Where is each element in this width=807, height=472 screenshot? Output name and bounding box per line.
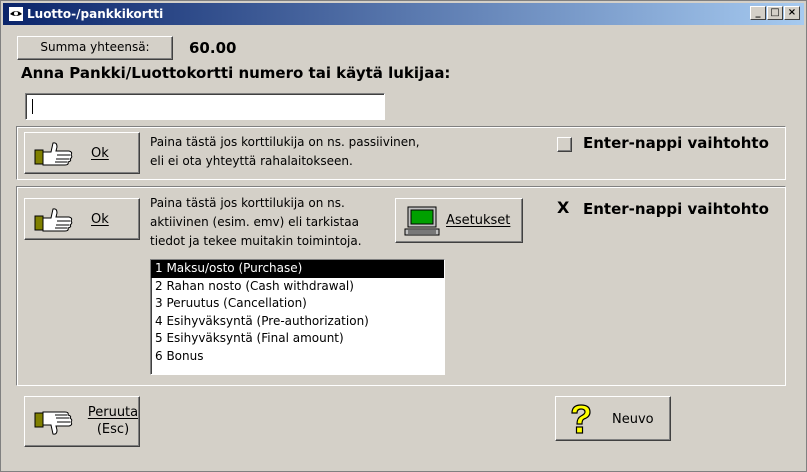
question-mark-icon xyxy=(571,404,591,434)
card-number-input[interactable] xyxy=(25,93,385,120)
card-number-prompt: Anna Pankki/Luottokortti numero tai käyt… xyxy=(21,64,451,82)
maximize-button[interactable]: □ xyxy=(767,6,783,20)
cancel-button[interactable]: Peruuta (Esc) xyxy=(24,396,140,447)
active-description: Paina tästä jos korttilukija on ns. akti… xyxy=(150,194,362,251)
passive-ok-label: Ok xyxy=(91,146,109,161)
active-ok-label: Ok xyxy=(91,212,109,227)
checkmark-x-icon: X xyxy=(557,198,570,217)
eye-icon xyxy=(9,7,23,21)
list-item[interactable]: 5 Esihyväksyntä (Final amount) xyxy=(151,330,444,348)
active-enter-label: Enter-nappi vaihtohto xyxy=(583,200,769,218)
help-button[interactable]: Neuvo xyxy=(555,396,671,441)
cancel-label: Peruuta xyxy=(87,405,139,420)
thumbs-up-hand-icon xyxy=(34,208,73,232)
cancel-shortcut: (Esc) xyxy=(96,422,130,437)
passive-enter-label: Enter-nappi vaihtohto xyxy=(583,134,769,152)
active-ok-button[interactable]: Ok xyxy=(24,198,140,240)
total-amount: 60.00 xyxy=(189,39,237,57)
active-desc-line2: aktiivinen (esim. emv) eli tarkistaa xyxy=(150,215,359,229)
list-item[interactable]: 1 Maksu/osto (Purchase) xyxy=(151,260,444,278)
list-item[interactable]: 2 Rahan nosto (Cash withdrawal) xyxy=(151,278,444,296)
help-label: Neuvo xyxy=(612,412,654,427)
thumbs-down-hand-icon xyxy=(34,411,73,435)
card-payment-window: Luotto-/pankkikortti _ □ × Summa yhteens… xyxy=(0,0,807,472)
passive-enter-checkbox[interactable] xyxy=(557,137,572,152)
text-caret xyxy=(32,99,33,114)
passive-description: Paina tästä jos korttilukija on ns. pass… xyxy=(150,133,420,171)
computer-icon xyxy=(404,206,440,236)
settings-label: Asetukset xyxy=(446,213,511,228)
thumbs-up-hand-icon xyxy=(34,142,73,166)
passive-desc-line1: Paina tästä jos korttilukija on ns. pass… xyxy=(150,135,420,149)
title-bar[interactable]: Luotto-/pankkikortti _ □ × xyxy=(3,3,804,25)
transaction-type-list[interactable]: 1 Maksu/osto (Purchase) 2 Rahan nosto (C… xyxy=(150,259,445,375)
active-desc-line1: Paina tästä jos korttilukija on ns. xyxy=(150,196,345,210)
list-item[interactable]: 4 Esihyväksyntä (Pre-authorization) xyxy=(151,313,444,331)
passive-desc-line2: eli ei ota yhteyttä rahalaitokseen. xyxy=(150,154,353,168)
minimize-button[interactable]: _ xyxy=(750,6,766,20)
passive-ok-button[interactable]: Ok xyxy=(24,132,140,174)
window-title: Luotto-/pankkikortti xyxy=(27,7,164,21)
settings-button[interactable]: Asetukset xyxy=(395,198,523,243)
list-item[interactable]: 6 Bonus xyxy=(151,348,444,366)
active-enter-checkbox[interactable]: X xyxy=(556,198,571,217)
list-item[interactable]: 3 Peruutus (Cancellation) xyxy=(151,295,444,313)
total-sum-button[interactable]: Summa yhteensä: xyxy=(17,36,173,60)
active-desc-line3: tiedot ja tekee muitakin toimintoja. xyxy=(150,234,362,248)
close-button[interactable]: × xyxy=(784,6,800,20)
